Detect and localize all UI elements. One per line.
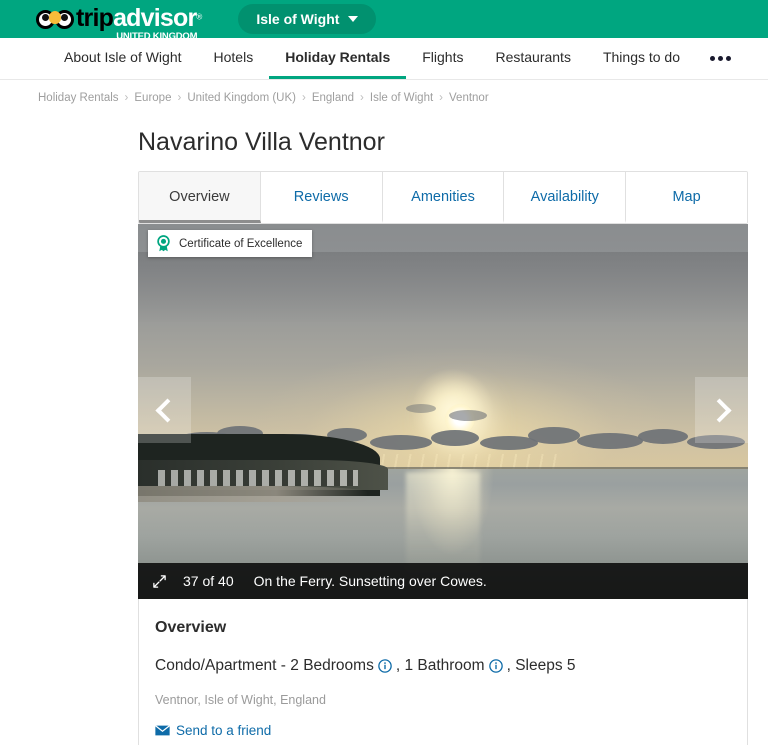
- photo-carousel[interactable]: Certificate of Excellence 37 of 40 On th…: [138, 224, 748, 599]
- breadcrumb-item-holiday-rentals[interactable]: Holiday Rentals: [38, 92, 119, 104]
- ellipsis-icon[interactable]: [696, 38, 745, 79]
- overview-heading: Overview: [155, 619, 227, 636]
- tab-label: Reviews: [293, 189, 349, 205]
- chevron-right-icon[interactable]: [695, 377, 748, 443]
- nav-item-things-to-do[interactable]: Things to do: [587, 38, 696, 79]
- photo-beach: [138, 486, 368, 502]
- geo-selector-button[interactable]: Isle of Wight: [238, 4, 377, 34]
- tab-amenities[interactable]: Amenities: [382, 172, 505, 223]
- breadcrumb-separator: ›: [124, 92, 129, 104]
- nav-label: Hotels: [213, 49, 254, 65]
- breadcrumb-item-europe[interactable]: Europe: [134, 92, 171, 104]
- certificate-of-excellence-badge[interactable]: Certificate of Excellence: [148, 230, 313, 257]
- tab-overview[interactable]: Overview: [139, 172, 261, 223]
- geo-selector-label: Isle of Wight: [256, 11, 340, 27]
- property-tabs: Overview Reviews Amenities Availability …: [138, 171, 748, 224]
- logo-advisor: advisor: [113, 4, 197, 32]
- tab-map[interactable]: Map: [626, 172, 747, 223]
- tab-label: Amenities: [411, 189, 475, 205]
- tab-label: Availability: [530, 189, 599, 205]
- nav-item-about[interactable]: About Isle of Wight: [48, 38, 198, 79]
- nav-item-holiday-rentals[interactable]: Holiday Rentals: [269, 38, 407, 79]
- tab-availability[interactable]: Availability: [504, 172, 627, 223]
- nav-label: Flights: [422, 49, 464, 65]
- property-type-label: Condo/Apartment - 2 Bedrooms: [155, 657, 374, 674]
- bathrooms-label: , 1 Bathroom: [395, 657, 485, 674]
- photo-caption-text: On the Ferry. Sunsetting over Cowes.: [253, 573, 487, 589]
- page-title: Navarino Villa Ventnor: [138, 128, 385, 156]
- tab-reviews[interactable]: Reviews: [260, 172, 383, 223]
- photo-houses: [158, 470, 358, 486]
- chevron-down-icon: [348, 16, 359, 22]
- tripadvisor-logo[interactable]: tripadvisor® UNITED KINGDOM: [36, 4, 203, 41]
- breadcrumb: Holiday Rentals › Europe › United Kingdo…: [0, 80, 768, 112]
- nav-label: Things to do: [602, 49, 681, 65]
- property-location: Ventnor, Isle of Wight, England: [155, 693, 326, 707]
- breadcrumb-item-england[interactable]: England: [312, 92, 354, 104]
- chevron-left-icon[interactable]: [138, 377, 191, 443]
- send-to-a-friend-link[interactable]: Send to a friend: [155, 723, 731, 738]
- envelope-icon: [155, 725, 170, 736]
- primary-nav: About Isle of Wight Hotels Holiday Renta…: [0, 38, 768, 80]
- expand-arrows-icon[interactable]: [152, 574, 167, 589]
- nav-item-flights[interactable]: Flights: [406, 38, 479, 79]
- tab-label: Overview: [169, 189, 230, 205]
- award-medal-icon: [157, 235, 170, 252]
- logo-country-label: UNITED KINGDOM: [116, 30, 198, 42]
- info-icon[interactable]: [488, 659, 503, 673]
- certificate-badge-label: Certificate of Excellence: [179, 237, 303, 250]
- sleeps-label: , Sleeps 5: [506, 657, 576, 674]
- send-to-a-friend-label: Send to a friend: [176, 723, 272, 738]
- logo-wordmark: tripadvisor® UNITED KINGDOM: [76, 4, 203, 41]
- nav-item-hotels[interactable]: Hotels: [198, 38, 270, 79]
- logo-trip: trip: [76, 4, 114, 32]
- photo-caption-bar: 37 of 40 On the Ferry. Sunsetting over C…: [138, 563, 748, 599]
- property-specs: Condo/Apartment - 2 Bedrooms , 1 Bathroo…: [155, 657, 731, 675]
- breadcrumb-separator: ›: [301, 92, 306, 104]
- nav-label: About Isle of Wight: [64, 49, 182, 65]
- breadcrumb-separator: ›: [360, 92, 364, 104]
- breadcrumb-item-isle-of-wight[interactable]: Isle of Wight: [370, 92, 433, 104]
- main-content: Navarino Villa Ventnor Overview Reviews …: [138, 128, 748, 745]
- breadcrumb-item-united-kingdom[interactable]: United Kingdom (UK): [187, 92, 296, 104]
- breadcrumb-separator: ›: [177, 92, 182, 104]
- photo-counter: 37 of 40: [183, 573, 234, 589]
- nav-label: Restaurants: [495, 49, 571, 65]
- breadcrumb-item-ventnor[interactable]: Ventnor: [449, 92, 489, 104]
- info-icon[interactable]: [378, 659, 392, 673]
- logo-registered-mark: ®: [196, 12, 203, 22]
- breadcrumb-separator: ›: [439, 92, 444, 104]
- overview-panel: Overview Condo/Apartment - 2 Bedrooms , …: [138, 599, 748, 745]
- nav-label: Holiday Rentals: [285, 49, 391, 65]
- owl-icon: [36, 10, 74, 31]
- nav-item-restaurants[interactable]: Restaurants: [479, 38, 586, 79]
- site-header: tripadvisor® UNITED KINGDOM Isle of Wigh…: [0, 0, 768, 41]
- tab-label: Map: [672, 189, 701, 205]
